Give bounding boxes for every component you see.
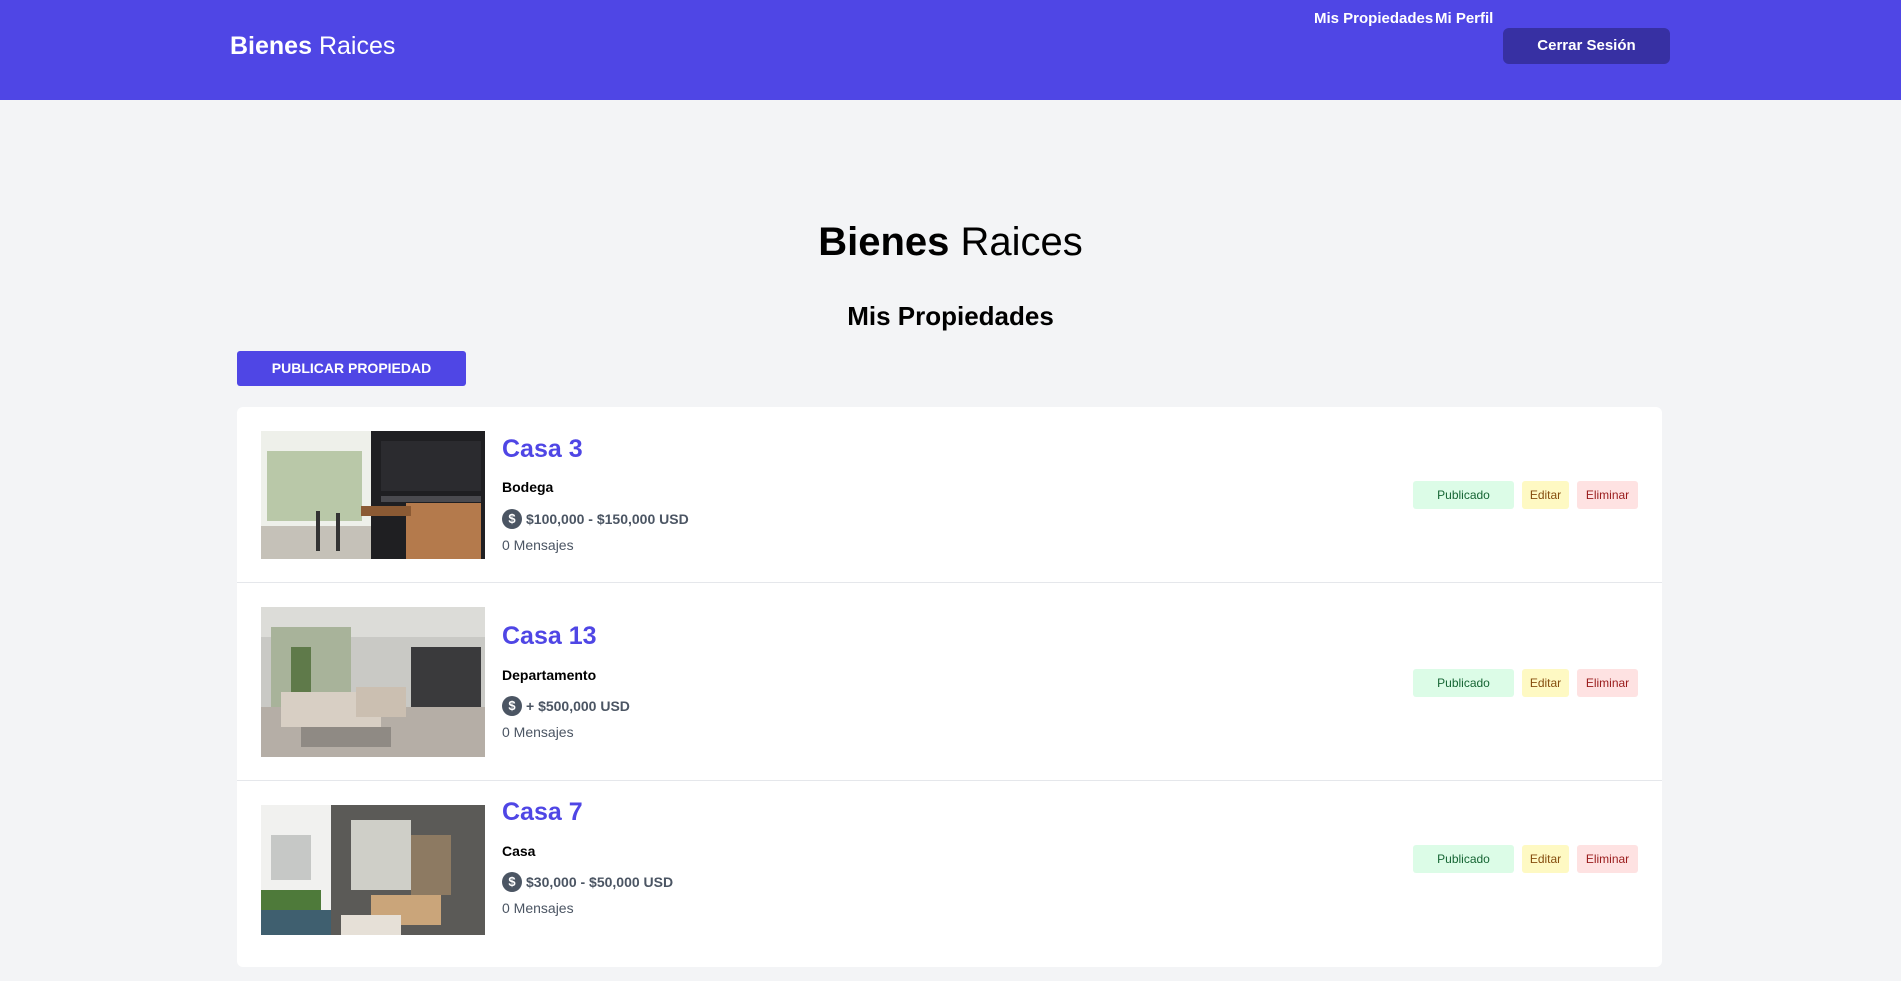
property-title[interactable]: Casa 3 [502,434,583,464]
property-messages[interactable]: 0 Mensajes [502,899,574,917]
brand-logo[interactable]: Bienes Raices [230,30,395,62]
page-title: Bienes Raices [0,218,1901,266]
property-messages[interactable]: 0 Mensajes [502,723,574,741]
delete-button[interactable]: Eliminar [1577,845,1638,873]
property-price-text: $30,000 - $50,000 USD [526,874,674,890]
property-price: $ + $500,000 USD [502,696,630,716]
dollar-icon: $ [502,509,522,529]
property-price-text: + $500,000 USD [526,698,630,714]
property-image [261,431,485,559]
property-category: Casa [502,843,536,859]
page-title-bold: Bienes [818,220,950,264]
property-title[interactable]: Casa 7 [502,797,583,827]
status-badge[interactable]: Publicado [1413,669,1514,697]
edit-button[interactable]: Editar [1522,481,1569,509]
edit-button[interactable]: Editar [1522,845,1569,873]
brand-bold: Bienes [230,32,312,60]
property-messages[interactable]: 0 Mensajes [502,536,574,554]
nav-mis-propiedades[interactable]: Mis Propiedades [1314,10,1433,28]
page-title-light: Raices [960,220,1083,264]
properties-list: Casa 3 Bodega $ $100,000 - $150,000 USD … [237,407,1662,967]
property-category: Departamento [502,667,597,683]
property-price: $ $30,000 - $50,000 USD [502,872,673,892]
property-price: $ $100,000 - $150,000 USD [502,509,689,529]
publish-property-button[interactable]: Publicar Propiedad [237,351,466,386]
nav-mi-perfil[interactable]: Mi Perfil [1435,10,1493,28]
property-category: Bodega [502,479,554,495]
property-row: Casa 13 Departamento $ + $500,000 USD 0 … [237,583,1662,781]
dollar-icon: $ [502,872,522,892]
delete-button[interactable]: Eliminar [1577,669,1638,697]
top-navbar: Bienes Raices Mis Propiedades Mi Perfil … [0,0,1901,100]
delete-button[interactable]: Eliminar [1577,481,1638,509]
edit-button[interactable]: Editar [1522,669,1569,697]
section-title: Mis Propiedades [847,301,1054,331]
property-row: Casa 7 Casa $ $30,000 - $50,000 USD 0 Me… [237,781,1662,981]
property-image [261,607,485,757]
status-badge[interactable]: Publicado [1413,481,1514,509]
property-image [261,805,485,935]
property-row: Casa 3 Bodega $ $100,000 - $150,000 USD … [237,407,1662,583]
property-price-text: $100,000 - $150,000 USD [526,511,689,527]
brand-light: Raices [318,32,396,60]
property-title[interactable]: Casa 13 [502,621,597,651]
status-badge[interactable]: Publicado [1413,845,1514,873]
dollar-icon: $ [502,696,522,716]
logout-button[interactable]: Cerrar Sesión [1503,28,1670,64]
